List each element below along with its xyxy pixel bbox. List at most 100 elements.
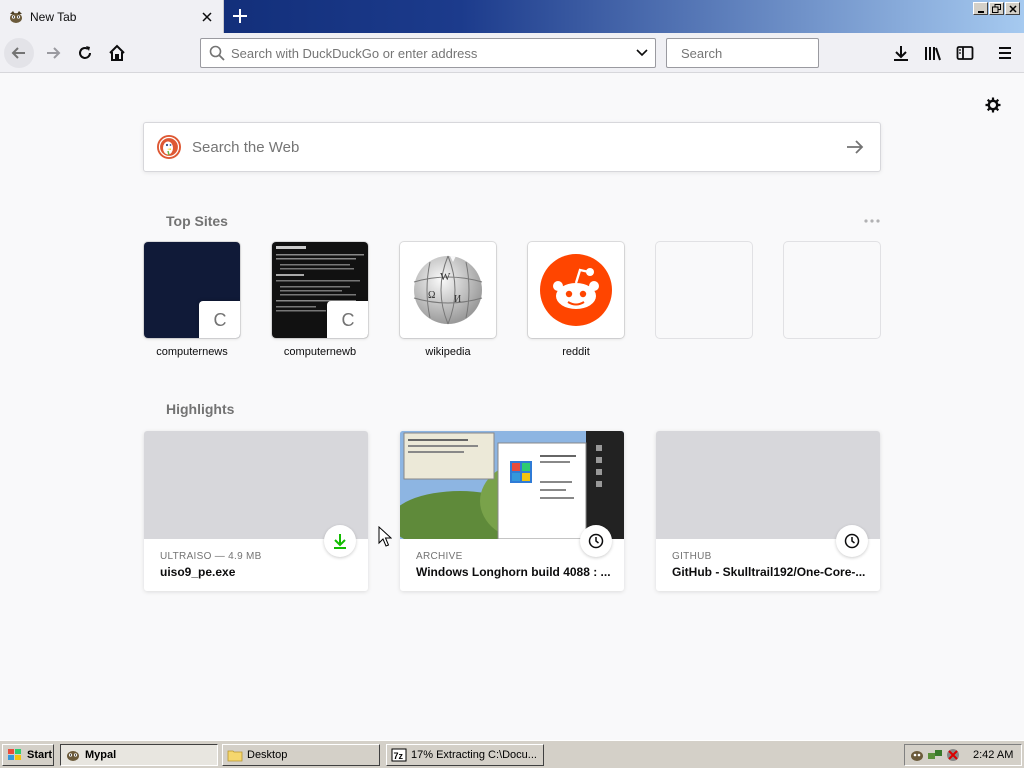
7zip-icon: 7z: [391, 748, 407, 762]
top-site-empty-slot: [656, 242, 752, 338]
empty-tile: [784, 242, 880, 338]
url-input[interactable]: [231, 45, 629, 61]
home-button[interactable]: [102, 38, 132, 68]
taskbar-item-mypal[interactable]: Mypal: [60, 744, 218, 766]
minimize-button[interactable]: [973, 2, 988, 15]
taskbar-item-label: Desktop: [247, 749, 288, 761]
windows-logo-icon: [8, 749, 21, 760]
highlight-title: GitHub - Skulltrail192/One-Core-...: [672, 565, 866, 579]
highlight-context: ULTRAISO — 4.9 MB: [160, 551, 262, 562]
reddit-icon: [540, 254, 612, 326]
duckduckgo-icon: [157, 135, 181, 159]
highlight-title: uiso9_pe.exe: [160, 565, 236, 579]
top-sites-heading: Top Sites: [166, 213, 228, 229]
web-search-submit-button[interactable]: [830, 123, 880, 171]
top-site-thumbnail: C: [272, 242, 368, 338]
tab-new-tab[interactable]: New Tab: [0, 0, 224, 33]
customize-button[interactable]: [982, 94, 1004, 116]
sidebar-icon: [956, 46, 974, 60]
back-arrow-icon: [11, 47, 25, 59]
app-menu-button[interactable]: [990, 38, 1020, 68]
top-site-reddit[interactable]: reddit: [528, 242, 624, 358]
reload-button[interactable]: [70, 38, 100, 68]
home-icon: [109, 44, 125, 61]
url-bar[interactable]: [200, 38, 656, 68]
system-tray: 2:42 AM: [904, 744, 1022, 766]
download-icon: [894, 46, 908, 61]
highlight-title: Windows Longhorn build 4088 : ...: [416, 565, 611, 579]
more-dots-icon: [864, 219, 880, 223]
library-button[interactable]: [918, 38, 948, 68]
history-badge: [836, 525, 868, 557]
restore-button[interactable]: [989, 2, 1004, 15]
empty-tile: [656, 242, 752, 338]
top-site-label: computernews: [156, 346, 228, 358]
top-site-empty-slot: [784, 242, 880, 338]
top-site-label: reddit: [562, 346, 590, 358]
web-search-box[interactable]: [143, 122, 881, 172]
highlight-card[interactable]: GITHUB GitHub - Skulltrail192/One-Core-.…: [656, 431, 880, 591]
sidebar-button[interactable]: [950, 38, 980, 68]
top-sites-options-button[interactable]: [860, 213, 884, 229]
history-badge: [580, 525, 612, 557]
forward-button[interactable]: [38, 38, 68, 68]
hamburger-menu-icon: [999, 47, 1011, 59]
top-site-computernews[interactable]: C computernews: [144, 242, 240, 358]
top-site-thumbnail: [528, 242, 624, 338]
security-alert-icon[interactable]: [945, 747, 961, 763]
close-window-button[interactable]: [1005, 2, 1020, 15]
tab-title: New Tab: [30, 9, 77, 24]
taskbar: Start Mypal Desktop 7z 17% Extracting C:…: [0, 740, 1024, 768]
taskbar-item-label: 17% Extracting C:\Docu...: [411, 749, 537, 761]
highlight-card[interactable]: ARCHIVE Windows Longhorn build 4088 : ..…: [400, 431, 624, 591]
highlight-context: ARCHIVE: [416, 551, 463, 562]
start-label: Start: [27, 749, 53, 761]
download-badge: [324, 525, 356, 557]
wikipedia-globe-icon: W Ω И: [413, 255, 483, 325]
mypal-favicon-icon: [10, 10, 22, 23]
tile-letter-icon: C: [199, 301, 240, 338]
mypal-icon: [67, 751, 79, 761]
svg-text:Ω: Ω: [428, 290, 435, 301]
chevron-down-icon: [636, 49, 648, 57]
download-icon: [334, 534, 346, 549]
web-search-input[interactable]: [192, 138, 830, 156]
downloads-button[interactable]: [886, 38, 916, 68]
svg-text:7z: 7z: [394, 751, 404, 761]
network-icon[interactable]: [927, 747, 943, 763]
mouse-cursor-icon: [378, 526, 392, 547]
taskbar-item-label: Mypal: [85, 749, 117, 761]
library-icon: [925, 47, 941, 61]
svg-text:W: W: [440, 271, 451, 283]
search-icon: [209, 45, 225, 61]
search-bar[interactable]: [666, 38, 857, 68]
tile-letter-icon: C: [327, 301, 368, 338]
close-tab-icon[interactable]: [195, 5, 219, 29]
top-site-computernewb[interactable]: C computernewb: [272, 242, 368, 358]
url-dropdown-button[interactable]: [629, 39, 655, 67]
tab-strip: New Tab: [0, 0, 1024, 33]
windows-screenshot-thumbnail: [400, 431, 624, 539]
top-site-thumbnail: W Ω И: [400, 242, 496, 338]
top-site-label: computernewb: [283, 346, 357, 358]
navigation-toolbar: [0, 33, 1024, 73]
start-button[interactable]: Start: [2, 744, 54, 766]
top-site-thumbnail: C: [144, 242, 240, 338]
new-tab-button[interactable]: [226, 2, 254, 30]
taskbar-item-extracting[interactable]: 7z 17% Extracting C:\Docu...: [386, 744, 544, 766]
reload-icon: [79, 46, 91, 59]
highlight-thumbnail: [656, 431, 880, 539]
tray-app-icon[interactable]: [909, 747, 925, 763]
search-input[interactable]: [681, 45, 857, 61]
highlight-thumbnail: [144, 431, 368, 539]
taskbar-item-desktop[interactable]: Desktop: [222, 744, 380, 766]
folder-icon: [227, 750, 243, 762]
back-button[interactable]: [4, 38, 34, 68]
top-site-label: wikipedia: [425, 346, 471, 358]
arrow-right-icon: [847, 140, 864, 154]
svg-text:И: И: [454, 294, 461, 305]
clock: 2:42 AM: [973, 749, 1014, 761]
top-site-wikipedia[interactable]: W Ω И wikipedia: [400, 242, 496, 358]
new-tab-page: Top Sites C computernews: [0, 74, 1024, 740]
highlight-card[interactable]: ULTRAISO — 4.9 MB uiso9_pe.exe: [144, 431, 368, 591]
